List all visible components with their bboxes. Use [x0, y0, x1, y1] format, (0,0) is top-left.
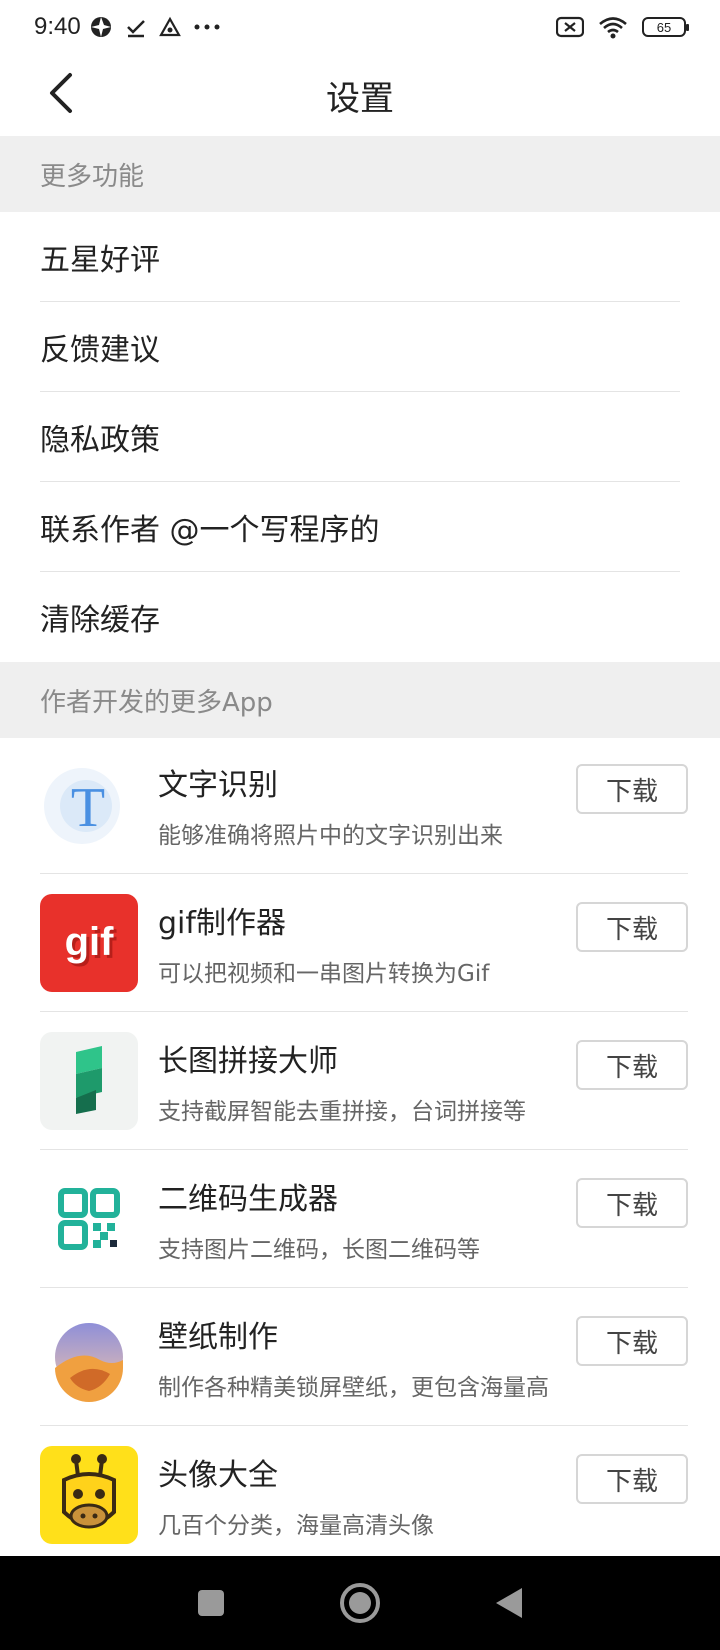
app-row-long-image-stitch[interactable]: 长图拼接大师 支持截屏智能去重拼接，台词拼接等 下载 — [40, 1012, 688, 1150]
page-title: 设置 — [326, 78, 394, 119]
more-features-list: 五星好评 反馈建议 隐私政策 联系作者 @一个写程序的 清除缓存 — [0, 212, 720, 662]
status-notification-icons — [89, 15, 221, 39]
wallpaper-icon — [40, 1308, 138, 1406]
battery-level: 65 — [656, 19, 672, 35]
system-navigation-bar — [0, 1556, 720, 1650]
long-image-stitch-icon — [40, 1031, 138, 1130]
app-row-wallpaper[interactable]: 壁纸制作 制作各种精美锁屏壁纸，更包含海量高 下载 — [40, 1288, 688, 1426]
app-description: 支持截屏智能去重拼接，台词拼接等 — [158, 1098, 526, 1125]
app-row-gif-maker[interactable]: gif gif制作器 可以把视频和一串图片转换为Gif 下载 — [40, 874, 688, 1012]
section-header-more-apps: 作者开发的更多App — [0, 662, 720, 738]
no-sim-icon — [556, 16, 584, 38]
more-apps-list: T 文字识别 能够准确将照片中的文字识别出来 下载 gif gif制作器 可以把… — [0, 736, 720, 1564]
chevron-left-icon — [50, 73, 72, 113]
menu-item-clear-cache[interactable]: 清除缓存 — [40, 572, 680, 662]
title-bar: 设置 — [0, 54, 720, 136]
menu-item-privacy[interactable]: 隐私政策 — [40, 392, 680, 482]
menu-item-feedback[interactable]: 反馈建议 — [40, 302, 680, 392]
app-description: 几百个分类，海量高清头像 — [158, 1513, 434, 1539]
giraffe-avatar-icon — [40, 1446, 138, 1544]
menu-item-label: 联系作者 @一个写程序的 — [40, 512, 380, 548]
download-button[interactable]: 下载 — [576, 1040, 688, 1090]
aperture-icon — [90, 17, 111, 37]
back-triangle-icon[interactable] — [494, 1586, 524, 1620]
text-recognition-icon: T — [40, 756, 138, 854]
more-dots-icon — [194, 24, 220, 30]
download-button[interactable]: 下载 — [576, 764, 688, 814]
app-description: 支持图片二维码，长图二维码等 — [158, 1236, 480, 1263]
menu-item-label: 隐私政策 — [40, 422, 160, 458]
home-icon[interactable] — [339, 1582, 381, 1624]
qr-code-icon — [40, 1170, 138, 1268]
menu-item-label: 五星好评 — [40, 242, 160, 278]
gif-maker-icon: gif — [40, 893, 138, 992]
download-button[interactable]: 下载 — [576, 902, 688, 952]
download-button[interactable]: 下载 — [576, 1454, 688, 1504]
app-row-text-recognition[interactable]: T 文字识别 能够准确将照片中的文字识别出来 下载 — [40, 736, 688, 874]
download-button[interactable]: 下载 — [576, 1316, 688, 1366]
menu-item-label: 清除缓存 — [40, 603, 160, 638]
triangle-app-icon — [158, 16, 181, 37]
download-check-icon — [126, 20, 145, 38]
app-row-qr-generator[interactable]: 二维码生成器 支持图片二维码，长图二维码等 下载 — [40, 1150, 688, 1288]
menu-item-label: 反馈建议 — [40, 332, 160, 368]
app-description: 可以把视频和一串图片转换为Gif — [158, 960, 490, 987]
back-button[interactable] — [36, 68, 86, 118]
gif-icon-text: gif — [64, 920, 114, 964]
svg-text:T: T — [71, 777, 105, 839]
menu-item-rate[interactable]: 五星好评 — [40, 212, 680, 302]
status-bar: 9:40 65 — [0, 0, 720, 54]
status-system-icons: 65 — [556, 15, 689, 39]
status-time: 9:40 — [34, 13, 81, 40]
section-header-more-features: 更多功能 — [0, 136, 720, 212]
menu-item-contact-author[interactable]: 联系作者 @一个写程序的 — [40, 482, 680, 572]
battery-icon: 65 — [642, 17, 689, 37]
app-row-avatar[interactable]: 头像大全 几百个分类，海量高清头像 下载 — [40, 1426, 688, 1564]
recent-apps-icon[interactable] — [196, 1588, 226, 1618]
app-description: 制作各种精美锁屏壁纸，更包含海量高 — [158, 1374, 549, 1401]
wifi-icon — [599, 17, 627, 39]
download-button[interactable]: 下载 — [576, 1178, 688, 1228]
app-description: 能够准确将照片中的文字识别出来 — [158, 822, 503, 849]
